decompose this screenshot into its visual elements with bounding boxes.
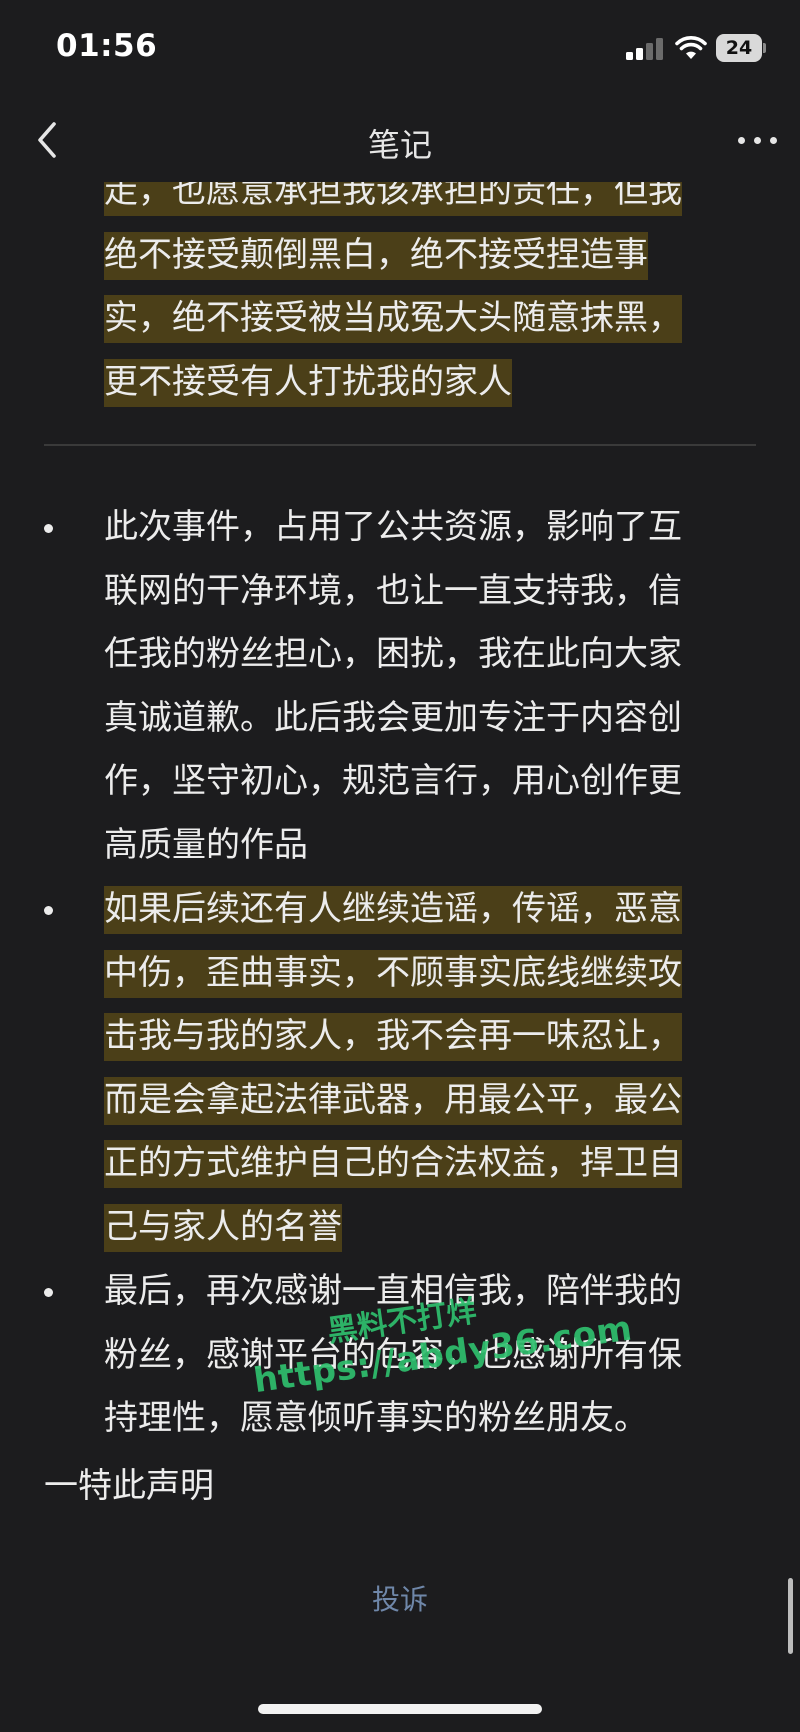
signal-icon <box>626 38 664 60</box>
highlighted-text: 走，也愿意承担我该承担的责任，但我 绝不接受颠倒黑白，绝不接受捏造事 实，绝不接受被… <box>104 182 682 407</box>
bullet-dot <box>44 524 53 533</box>
bullet-item-legal: 如果后续还有人继续造谣，传谣，恶意 中伤，歪曲事实，不顾事实底线继续攻 击我与我的家… <box>104 878 764 1259</box>
nav-bar: 笔记 <box>0 100 800 182</box>
page-title: 笔记 <box>367 126 432 164</box>
status-time: 01:56 <box>56 28 158 64</box>
bullet-dot <box>44 906 53 915</box>
status-bar: 01:56 24 <box>0 0 800 100</box>
note-content: 走，也愿意承担我该承担的责任，但我 绝不接受颠倒黑白，绝不接受捏造事 实，绝不接受被… <box>0 182 800 1732</box>
more-dots-icon[interactable] <box>736 130 780 150</box>
closing-statement: 一特此声明 <box>44 1466 214 1506</box>
complaint-link[interactable]: 投诉 <box>0 1578 800 1618</box>
bullet-dot <box>44 1288 53 1297</box>
top-paragraph: 走，也愿意承担我该承担的责任，但我 绝不接受颠倒黑白，绝不接受捏造事 实，绝不接受被… <box>104 182 764 414</box>
highlighted-text: 如果后续还有人继续造谣，传谣，恶意 中伤，歪曲事实，不顾事实底线继续攻 击我与我的家… <box>104 886 682 1252</box>
home-indicator[interactable] <box>258 1704 542 1714</box>
battery-nub <box>763 43 766 53</box>
bullet-item-apology: 此次事件，占用了公共资源，影响了互 联网的干净环境，也让一直支持我，信 任我的粉丝担… <box>104 507 682 865</box>
scrollbar[interactable] <box>788 1578 793 1654</box>
divider <box>44 444 756 446</box>
wifi-icon <box>675 36 707 59</box>
battery-icon: 24 <box>716 34 762 62</box>
